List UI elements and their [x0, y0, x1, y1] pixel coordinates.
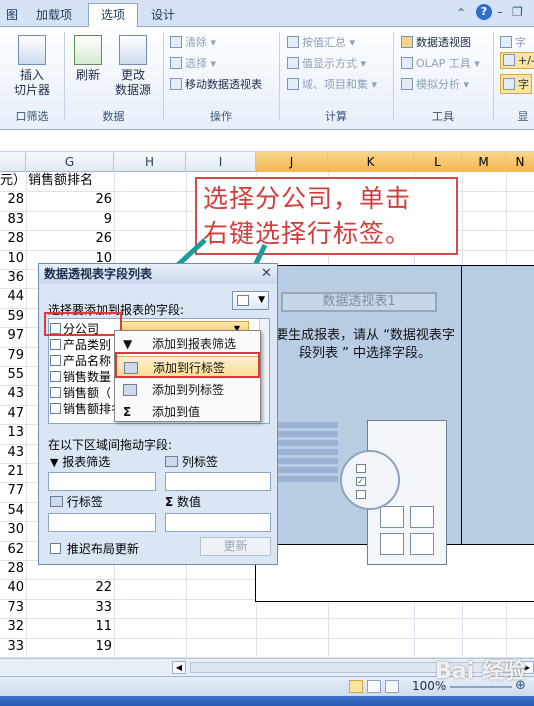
field-label: 产品名称: [63, 354, 112, 368]
row-labels-area-label: 行标签: [50, 493, 103, 510]
annotation-text: 选择分公司，单击 右键选择行标签。: [203, 184, 412, 248]
report-filter-label: 报表筛选: [62, 455, 111, 469]
pivot-grid-illustration: [278, 422, 338, 482]
column-labels-icon: [165, 456, 178, 467]
row-labels-label: 行标签: [66, 495, 103, 509]
cell-f[interactable]: 28: [0, 191, 24, 209]
defer-update-option[interactable]: 推迟布局更新: [50, 540, 139, 557]
page-break-view-icon[interactable]: [385, 680, 399, 693]
report-filter-drop-zone[interactable]: [48, 472, 156, 491]
defer-update-label: 推迟布局更新: [66, 542, 139, 556]
field-checkbox[interactable]: [50, 403, 61, 414]
cell-f[interactable]: 32: [0, 618, 24, 636]
field-label: 销售数量: [63, 370, 112, 384]
column-labels-icon: [123, 384, 137, 396]
cell-f[interactable]: 43: [0, 444, 24, 462]
layout-options-button[interactable]: ▼: [232, 291, 269, 310]
sigma-icon: Σ: [165, 495, 174, 509]
filter-icon: ▼: [50, 456, 59, 469]
cell-f[interactable]: 47: [0, 405, 24, 423]
field-list-title: 数据透视表字段列表: [39, 264, 277, 284]
cell-g[interactable]: 销售额排名: [28, 172, 112, 190]
cell-g[interactable]: 22: [28, 579, 112, 597]
row-labels-drop-zone[interactable]: [48, 513, 156, 532]
cell-f[interactable]: 10: [0, 250, 24, 268]
pivot-table-name: 数据透视表1: [281, 292, 437, 312]
column-labels-label: 列标签: [181, 455, 218, 469]
cell-f[interactable]: 62: [0, 541, 24, 559]
cell-f[interactable]: 36: [0, 269, 24, 287]
status-bar: 100% ⊕ Bai 经验: [0, 659, 534, 696]
cell-f[interactable]: 元）: [0, 172, 26, 190]
cell-f[interactable]: 79: [0, 347, 24, 365]
cell-g[interactable]: 9: [28, 211, 112, 229]
menu-label: 添加到报表筛选: [152, 337, 237, 351]
pivot-instructions: 要生成报表，请从 “数据视表字段列表 ” 中选择字段。: [275, 328, 455, 361]
field-checkbox[interactable]: [50, 387, 61, 398]
cell-f[interactable]: 59: [0, 308, 24, 326]
cell-f[interactable]: 40: [0, 579, 24, 597]
menu-item-add-column-labels[interactable]: 添加到列标签: [115, 379, 260, 401]
field-checkbox[interactable]: [50, 371, 61, 382]
values-label: 数值: [177, 495, 202, 509]
cell-f[interactable]: 13: [0, 424, 24, 442]
field-label: 销售额（: [63, 386, 112, 400]
cell-g[interactable]: 19: [28, 638, 112, 656]
cell-f[interactable]: 97: [0, 327, 24, 345]
defer-update-checkbox[interactable]: [50, 543, 61, 554]
field-item-quantity[interactable]: 销售数量: [50, 370, 111, 385]
zoom-slider[interactable]: [450, 686, 512, 688]
cell-f[interactable]: 77: [0, 482, 24, 500]
normal-view-icon[interactable]: [349, 680, 363, 693]
field-checkbox[interactable]: [50, 339, 61, 350]
cell-f[interactable]: 28: [0, 560, 24, 578]
update-button[interactable]: 更新: [200, 537, 271, 556]
scroll-left-icon[interactable]: ◀: [172, 661, 186, 674]
cell-g[interactable]: 26: [28, 230, 112, 248]
cell-f[interactable]: 33: [0, 638, 24, 656]
cell-g[interactable]: 26: [28, 191, 112, 209]
branch-field-highlight: [44, 312, 122, 336]
field-checkbox[interactable]: [50, 355, 61, 366]
taskbar: [0, 696, 534, 706]
field-item-sales[interactable]: 销售额（: [50, 386, 111, 401]
menu-label: 添加到值: [152, 405, 201, 419]
report-filter-area-label: ▼ 报表筛选: [50, 453, 110, 470]
cell-f[interactable]: 30: [0, 521, 24, 539]
sigma-icon: Σ: [123, 405, 132, 419]
cell-f[interactable]: 44: [0, 288, 24, 306]
menu-label: 添加到列标签: [152, 383, 225, 397]
field-item-product[interactable]: 产品名称: [50, 354, 111, 369]
cell-f[interactable]: 28: [0, 230, 24, 248]
filter-icon: ▼: [123, 337, 133, 351]
values-drop-zone[interactable]: [165, 513, 271, 532]
checklist-icon: ✓: [340, 450, 400, 510]
watermark: Bai 经验: [435, 659, 526, 684]
layout-icon: [237, 295, 249, 306]
cell-g[interactable]: 33: [28, 599, 112, 617]
cell-f[interactable]: 83: [0, 211, 24, 229]
menu-item-add-values[interactable]: Σ 添加到值: [115, 401, 260, 423]
column-labels-drop-zone[interactable]: [165, 472, 271, 491]
cell-f[interactable]: 21: [0, 463, 24, 481]
row-labels-highlight: [115, 352, 260, 378]
close-icon[interactable]: ✕: [261, 266, 272, 281]
values-area-label: Σ 数值: [165, 493, 201, 510]
cell-f[interactable]: 43: [0, 385, 24, 403]
grid-column-line: [26, 172, 27, 662]
cell-f[interactable]: 55: [0, 366, 24, 384]
page-layout-view-icon[interactable]: [367, 680, 381, 693]
cell-g[interactable]: 11: [28, 618, 112, 636]
field-label: 产品类别: [63, 338, 112, 352]
cell-f[interactable]: 54: [0, 502, 24, 520]
pivot-right-region: [461, 266, 534, 544]
column-labels-area-label: 列标签: [165, 453, 218, 470]
field-item-sales-rank[interactable]: 销售额排名: [50, 402, 123, 417]
instruction-annotation: 选择分公司，单击 右键选择行标签。: [195, 177, 458, 255]
drag-areas-label: 在以下区域间拖动字段:: [48, 438, 173, 452]
row-labels-icon: [50, 496, 63, 507]
cell-f[interactable]: 73: [0, 599, 24, 617]
field-item-category[interactable]: 产品类别: [50, 338, 111, 353]
